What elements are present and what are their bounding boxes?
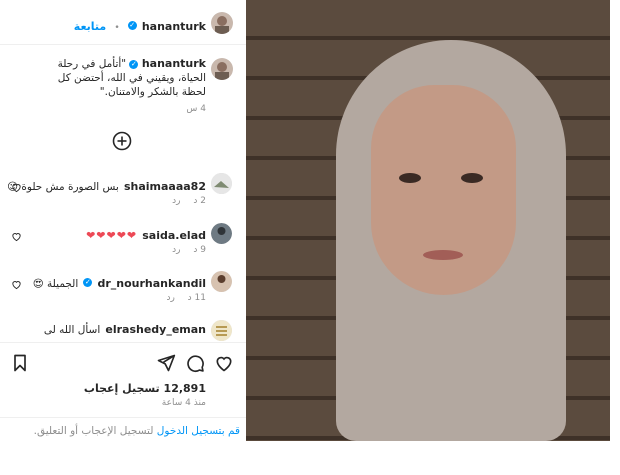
- comment-username[interactable]: dr_nourhankandil: [97, 277, 206, 290]
- comment-row: saida.elad ❤❤❤❤❤: [86, 224, 206, 243]
- send-icon[interactable]: [156, 353, 176, 373]
- comment-row: shaimaaaa82 بس الصورة مش حلوة 😉: [7, 175, 206, 194]
- verified-icon: ✓: [127, 21, 137, 30]
- portrait: [316, 40, 606, 441]
- comment-text: ❤❤❤❤❤: [86, 229, 138, 242]
- verified-icon: ✓: [129, 59, 139, 69]
- plus-circle-icon[interactable]: [112, 131, 132, 151]
- comment-username[interactable]: elrashedy_eman: [105, 323, 206, 336]
- face-shape: [371, 85, 516, 295]
- comment-time: 9 د: [193, 245, 206, 255]
- comment-icon[interactable]: [185, 353, 205, 373]
- post-photo: [246, 0, 610, 441]
- likes-count: 12,891: [163, 382, 206, 395]
- commenter-avatar[interactable]: [211, 271, 232, 292]
- comment-text: بس الصورة مش حلوة 😉: [7, 181, 119, 193]
- author-avatar[interactable]: [211, 12, 233, 34]
- bookmark-icon[interactable]: [10, 353, 30, 373]
- heart-icon[interactable]: [11, 178, 22, 193]
- likes-summary[interactable]: 12,891 تسجيل إعجاب: [84, 382, 206, 395]
- posted-time: منذ 4 ساعة: [161, 398, 206, 408]
- caption-avatar[interactable]: [211, 58, 233, 80]
- comment-time: 2 د: [193, 196, 206, 206]
- comment-time: 11 د: [187, 293, 206, 303]
- heart-icon[interactable]: [214, 353, 234, 373]
- comment-username[interactable]: shaimaaaa82: [124, 180, 206, 193]
- follow-button[interactable]: متابعة: [74, 20, 106, 33]
- comment-row: elrashedy_eman اسأل الله لى ولكى: [36, 321, 206, 340]
- post-sidebar: hananturk ✓ • متابعة hananturk ✓ "أتأمل …: [0, 0, 246, 475]
- reply-button[interactable]: رد: [172, 196, 180, 206]
- commenter-avatar[interactable]: [211, 320, 232, 341]
- verified-icon: ✓: [83, 278, 93, 287]
- heart-icon[interactable]: [11, 275, 22, 290]
- reply-button[interactable]: رد: [172, 245, 180, 255]
- action-bar: [0, 342, 246, 383]
- comment-row: dr_nourhankandil ✓ الجميلة 😍: [33, 272, 206, 291]
- caption-username[interactable]: hananturk: [142, 57, 206, 70]
- commenter-avatar[interactable]: [211, 223, 232, 244]
- comment-text: الجميلة 😍: [32, 278, 79, 290]
- heart-icon[interactable]: [11, 227, 22, 242]
- likes-label: تسجيل إعجاب: [83, 382, 160, 395]
- reply-button[interactable]: رد: [166, 293, 174, 303]
- commenter-avatar[interactable]: [211, 173, 232, 194]
- login-prompt: قم بتسجيل الدخول لتسجيل الإعجاب أو التعل…: [0, 417, 246, 446]
- caption-time: 4 س: [186, 104, 206, 114]
- login-prompt-text: لتسجيل الإعجاب أو التعليق.: [33, 425, 154, 437]
- author-username[interactable]: hananturk: [142, 20, 206, 33]
- post-header: hananturk ✓ • متابعة: [0, 0, 246, 45]
- comment-username[interactable]: saida.elad: [142, 229, 206, 242]
- login-link[interactable]: قم بتسجيل الدخول: [157, 425, 240, 437]
